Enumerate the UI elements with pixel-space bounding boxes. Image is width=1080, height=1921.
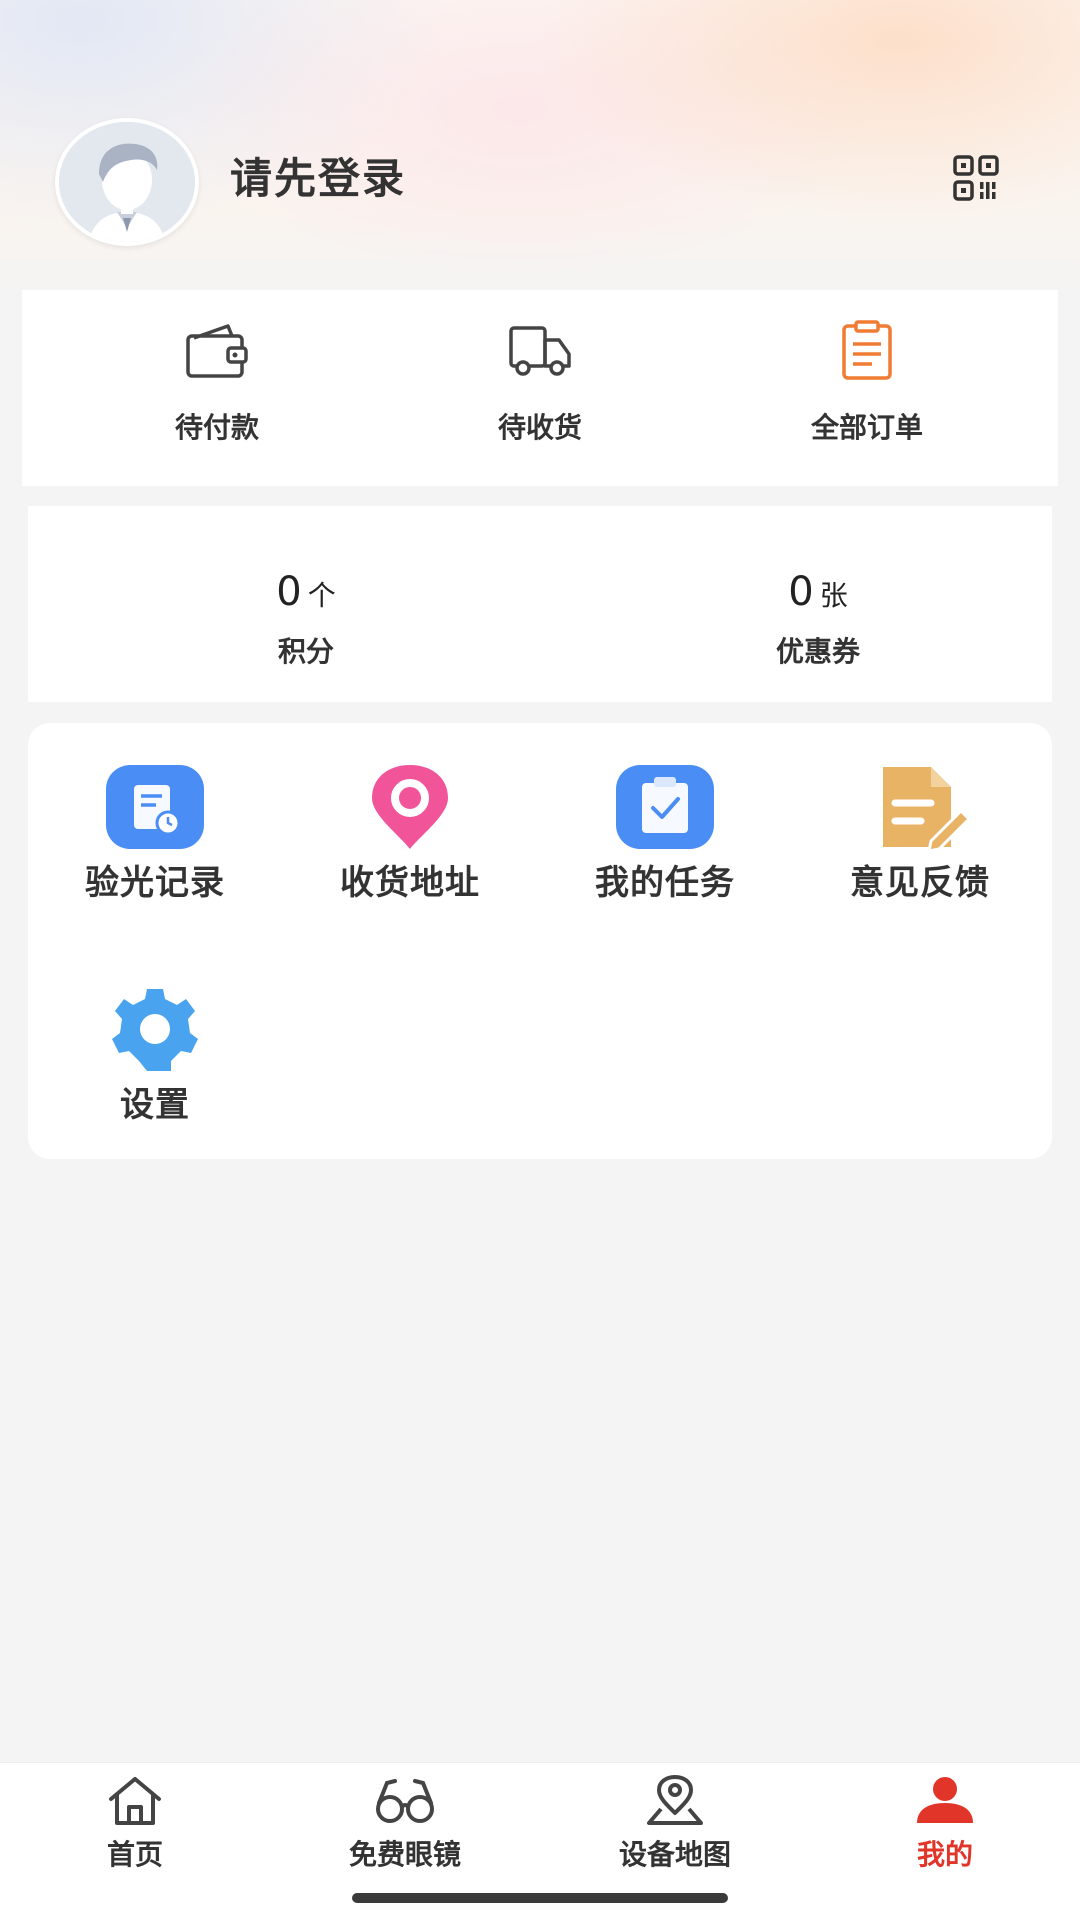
points-stat[interactable]: 0个 积分 [156, 566, 456, 670]
tool-eye-record[interactable]: 验光记录 [45, 763, 265, 904]
order-pending-delivery[interactable]: 待收货 [390, 320, 690, 460]
points-unit: 个 [307, 579, 336, 612]
coupons-stat[interactable]: 0张 优惠券 [668, 566, 968, 670]
user-avatar-icon [59, 122, 195, 242]
coupons-unit: 张 [819, 579, 848, 612]
tab-label: 首页 [106, 1838, 163, 1871]
tab-home[interactable]: 首页 [25, 1775, 245, 1873]
order-pending-payment[interactable]: 待付款 [67, 320, 367, 460]
tools-card: 验光记录 收货地址 我的任务 意见反馈 设置 [28, 723, 1052, 1159]
task-clipboard-icon [616, 765, 714, 849]
clipboard-icon [842, 320, 892, 380]
tool-label: 验光记录 [85, 863, 225, 903]
qr-code-icon[interactable] [953, 155, 999, 201]
coupons-value: 0 [788, 569, 814, 615]
eye-record-icon [106, 765, 204, 849]
coupons-label: 优惠券 [775, 635, 860, 668]
orders-card: 待付款 待收货 全部订单 [22, 290, 1058, 486]
points-value: 0 [276, 569, 302, 615]
home-indicator[interactable] [352, 1893, 728, 1903]
tool-label: 我的任务 [595, 863, 735, 903]
tool-label: 意见反馈 [850, 863, 990, 903]
tab-label: 免费眼镜 [348, 1838, 461, 1871]
tool-feedback[interactable]: 意见反馈 [810, 763, 1030, 904]
gear-icon [112, 989, 198, 1071]
avatar[interactable] [55, 118, 199, 246]
truck-icon [509, 326, 571, 376]
tool-label: 设置 [120, 1085, 190, 1125]
tab-free-glasses[interactable]: 免费眼镜 [295, 1775, 515, 1873]
profile-header: 请先登录 [0, 0, 1080, 300]
tool-label: 收货地址 [340, 863, 480, 903]
order-label: 待付款 [174, 411, 259, 444]
order-label: 待收货 [497, 411, 582, 444]
order-all[interactable]: 全部订单 [717, 320, 1017, 460]
stats-card: 0个 积分 0张 优惠券 [28, 506, 1052, 702]
tab-mine[interactable]: 我的 [835, 1775, 1055, 1873]
tab-label: 设备地图 [618, 1838, 731, 1871]
tool-settings[interactable]: 设置 [45, 985, 265, 1126]
tool-my-tasks[interactable]: 我的任务 [555, 763, 775, 904]
feedback-icon [883, 767, 971, 851]
user-icon [917, 1777, 973, 1823]
points-label: 积分 [277, 635, 334, 668]
login-prompt[interactable]: 请先登录 [230, 145, 406, 206]
tool-address[interactable]: 收货地址 [300, 763, 520, 904]
order-label: 全部订单 [810, 411, 923, 444]
glasses-icon [376, 1779, 434, 1823]
tab-device-map[interactable]: 设备地图 [565, 1775, 785, 1873]
home-icon [109, 1777, 161, 1825]
map-pin-icon [647, 1775, 703, 1825]
tab-label: 我的 [916, 1838, 973, 1871]
wallet-icon [186, 324, 248, 378]
location-pin-icon [372, 765, 448, 849]
